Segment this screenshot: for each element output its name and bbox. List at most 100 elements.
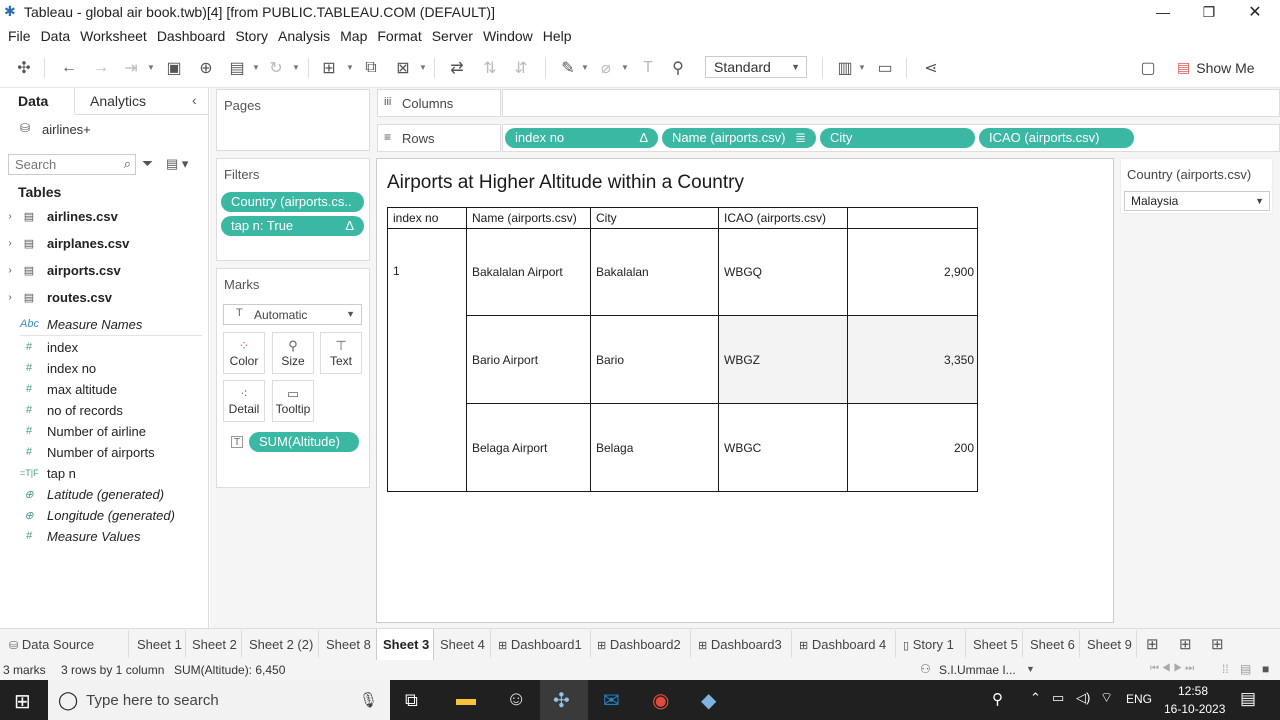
field-max-altitude[interactable]: # max altitude [20,380,117,398]
table-cell[interactable]: Belaga [590,403,719,492]
undo-icon[interactable]: ← [58,58,80,78]
columns-shelf[interactable] [502,89,1280,117]
table-cell[interactable]: Bario [590,315,719,404]
task-view-icon[interactable]: ⧉ [405,690,418,711]
tab-analytics[interactable]: Analytics [90,93,146,109]
text-button[interactable]: ⊤ Text [320,332,362,374]
column-header[interactable]: Name (airports.csv) [466,207,591,229]
table-item[interactable]: › ▤ routes.csv [0,288,112,306]
people-icon[interactable]: ⚲ [992,690,1003,708]
dashboard-tab[interactable]: ⊞ Dashboard2 [597,637,681,652]
menu-window[interactable]: Window [478,28,538,44]
highlight-icon[interactable]: ✎ [557,58,579,78]
show-filmstrip-icon[interactable]: ⁞⁞ [1222,662,1229,676]
field-measure-names[interactable]: Abc Measure Names [20,315,142,333]
index-cell[interactable]: 1 [387,228,467,492]
story-tab[interactable]: ▯ Story 1 [903,637,954,652]
filter-icon[interactable]: ⏷ [142,155,153,172]
menu-dashboard[interactable]: Dashboard [152,28,231,44]
menu-map[interactable]: Map [335,28,372,44]
taskbar-search[interactable]: ◯ Type here to search 🎙 [48,680,390,720]
field-number-of-airports[interactable]: # Number of airports [20,443,155,461]
sheet-tab[interactable]: Sheet 2 [192,637,237,652]
table-cell[interactable]: Bario Airport [466,315,591,404]
value-cell[interactable]: 200 [847,403,978,492]
chevron-down-icon[interactable]: ▼ [147,63,155,72]
chevron-up-icon[interactable]: ⌃ [1030,690,1041,706]
new-story-icon[interactable]: ⊞ [1211,635,1224,653]
sheet-tab-active[interactable]: Sheet 3 [383,637,429,652]
row-pill-city[interactable]: City [820,128,975,148]
app-icon[interactable]: ◆ [701,688,716,713]
microphone-icon[interactable]: 🎙 [359,691,378,709]
chevron-down-icon[interactable]: ▼ [346,63,354,72]
column-header[interactable]: ICAO (airports.csv) [718,207,848,229]
share-icon[interactable]: ⋖ [920,58,942,78]
table-item[interactable]: › ▤ airports.csv [0,261,120,279]
tableau-home-icon[interactable]: ✣ [13,58,35,78]
chevron-down-icon[interactable]: ▼ [581,63,589,72]
table-item[interactable]: › ▤ airlines.csv [0,207,118,225]
new-datasource-icon[interactable]: ⊕ [195,58,217,78]
status-user[interactable]: S.I.Ummae I... [939,663,1016,677]
field-longitude[interactable]: ⊕ Longitude (generated) [20,506,175,524]
filters-card[interactable]: Filters Country (airports.cs.. tap n: Tr… [216,158,370,261]
show-me-button[interactable]: ▤ Show Me [1177,59,1255,76]
search-input[interactable] [9,155,109,174]
field-index[interactable]: # index [20,338,78,356]
show-labels-icon[interactable]: T [637,58,659,78]
field-number-of-airline[interactable]: # Number of airline [20,422,146,440]
chevron-down-icon[interactable]: ▼ [1026,664,1035,674]
chevron-down-icon[interactable]: ▼ [858,63,866,72]
dashboard-tab[interactable]: ⊞ Dashboard1 [498,637,582,652]
menu-help[interactable]: Help [538,28,577,44]
filter-pill-tap-n[interactable]: tap n: True Δ [221,216,364,236]
row-pill-index-no[interactable]: index no Δ [505,128,658,148]
presentation-mode-icon[interactable]: ▭ [874,58,896,78]
group-members-icon[interactable]: ⌀ [595,58,617,78]
fix-axes-icon[interactable]: ⚲ [667,58,689,78]
sheet-tab[interactable]: Sheet 6 [1030,637,1075,652]
fit-select[interactable]: Standard ▼ [705,56,807,78]
sheet-tab[interactable]: Sheet 8 [326,637,371,652]
sheet-tab[interactable]: Sheet 9 [1087,637,1132,652]
menu-worksheet[interactable]: Worksheet [75,28,152,44]
duplicate-sheet-icon[interactable]: ⧉ [360,58,382,78]
table-item[interactable]: › ▤ airplanes.csv [0,234,129,252]
close-button[interactable]: ✕ [1232,0,1278,24]
column-header[interactable]: index no [387,207,467,229]
wifi-icon[interactable]: ⌔ [1100,689,1113,707]
redo-icon[interactable]: → [90,58,112,78]
field-measure-values[interactable]: # Measure Values [20,527,141,545]
row-pill-name[interactable]: Name (airports.csv) ≣ [662,128,816,148]
show-cards-icon[interactable]: ▥ [834,58,856,78]
chevron-down-icon[interactable]: ▼ [292,63,300,72]
chrome-icon[interactable]: ◉ [652,688,669,713]
field-index-no[interactable]: # index no [20,359,96,377]
sheet-tab[interactable]: Sheet 4 [440,637,485,652]
minimize-button[interactable]: — [1140,0,1186,24]
table-cell[interactable]: WBGC [718,403,848,492]
detail-button[interactable]: ⁖ Detail [223,380,265,422]
menu-story[interactable]: Story [230,28,273,44]
datasource-name[interactable]: airlines+ [42,122,91,137]
sheet-tab[interactable]: Sheet 2 (2) [249,637,313,652]
chevron-down-icon[interactable]: ▼ [252,63,260,72]
new-dashboard-icon[interactable]: ⊞ [1179,635,1192,653]
data-source-tab[interactable]: ⛁ Data Source [9,637,94,652]
collapse-pane-icon[interactable]: ‹ [192,92,197,108]
field-latitude[interactable]: ⊕ Latitude (generated) [20,485,164,503]
file-explorer-icon[interactable]: ▬ [456,688,476,711]
menu-analysis[interactable]: Analysis [273,28,335,44]
table-cell[interactable]: Belaga Airport [466,403,591,492]
row-pill-icao[interactable]: ICAO (airports.csv) [979,128,1134,148]
clear-sheet-icon[interactable]: ⊠ [392,58,414,78]
chevron-down-icon[interactable]: ▼ [621,63,629,72]
dashboard-tab[interactable]: ⊞ Dashboard 4 [799,637,886,652]
new-worksheet-icon[interactable]: ⊞ [318,58,340,78]
volume-icon[interactable]: ◁) [1076,690,1090,706]
column-header[interactable] [847,207,978,229]
table-cell[interactable]: WBGZ [718,315,848,404]
swap-rows-columns-icon[interactable]: ⇄ [446,58,468,78]
country-select[interactable]: Malaysia ▼ [1124,191,1270,211]
